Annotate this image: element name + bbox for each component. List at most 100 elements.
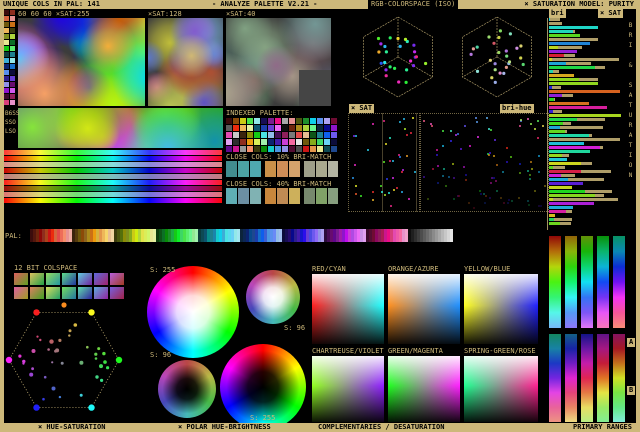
palette-cell — [282, 139, 288, 145]
palette-cell — [317, 118, 323, 124]
scatter-dot — [530, 123, 532, 125]
palette-cell — [296, 125, 302, 131]
sat-bar — [549, 42, 590, 45]
palette-cell — [10, 52, 15, 57]
scatter-dot — [490, 129, 492, 131]
palette-cell — [10, 40, 15, 45]
scatter-dot — [477, 136, 479, 138]
scatter-dot — [457, 133, 459, 135]
scatter-dot — [507, 202, 509, 204]
palette-gradient-strip — [4, 168, 222, 173]
close-color-swatch — [238, 161, 249, 177]
scatter-dot — [408, 198, 410, 200]
scatter-dot — [393, 189, 395, 191]
gradient-column — [613, 334, 625, 422]
palette-gradient-strip — [4, 150, 222, 155]
sat-bar — [549, 50, 577, 53]
pal-strip-slice — [450, 229, 453, 242]
sat-bar — [549, 122, 563, 125]
rgb-colorspace-iso-plot — [350, 10, 548, 104]
sat-scatter-plot — [348, 113, 420, 212]
palette-cell — [282, 132, 288, 138]
scatter-dot — [445, 185, 447, 187]
scatter-dot — [385, 143, 387, 145]
palette-gradient-strip — [4, 198, 222, 203]
sat-bar — [549, 210, 566, 213]
comp-label-orange-azure: ORANGE/AZURE — [388, 265, 439, 273]
top-bar: UNIQUE COLS IN PAL: 141 - ANALYZE PALETT… — [0, 0, 640, 9]
bottom-bar: × HUE-SATURATION × POLAR HUE-BRIGHTNESS … — [0, 423, 640, 432]
sat-bar — [549, 18, 550, 21]
scatter-dot — [360, 195, 362, 197]
scatter-dot — [495, 180, 497, 182]
bri-hue-chip[interactable]: bri-hue — [500, 104, 534, 113]
scatter-dot — [529, 178, 531, 180]
scatter-dot — [464, 125, 466, 127]
palette-cell — [303, 146, 309, 152]
palette-cell — [240, 139, 246, 145]
sat-bar — [549, 86, 552, 89]
sat-bar — [549, 182, 583, 185]
palette-cell — [4, 10, 9, 15]
palette-cell — [226, 132, 232, 138]
palette-cell — [303, 125, 309, 131]
palette-cell — [289, 125, 295, 131]
palette-cell — [4, 100, 9, 105]
range-chip-a[interactable]: A — [627, 338, 635, 347]
rgb-colorspace-title: RGB-COLORSPACE (ISO) — [368, 0, 458, 9]
scatter-dot — [367, 149, 369, 151]
palette-cell — [46, 273, 60, 285]
sat-scatter-chip[interactable]: × SAT — [349, 104, 374, 113]
app-title: - ANALYZE PALETTE V2.21 - — [212, 0, 317, 9]
palette-cell — [240, 125, 246, 131]
scatter-dot — [528, 204, 530, 206]
close-color-swatch — [250, 161, 261, 177]
palette-cell — [10, 70, 15, 75]
saturation-model-toggle[interactable]: × SATURATION MODEL: PURITY — [524, 0, 634, 9]
primary-range-columns-top — [549, 236, 625, 328]
close-color-swatch — [328, 188, 338, 204]
scatter-dot — [527, 200, 529, 202]
palette-cell — [62, 273, 76, 285]
palette-cell — [254, 118, 260, 124]
bri-axis-chip[interactable]: bri — [549, 9, 566, 18]
footer-hue-saturation[interactable]: × HUE-SATURATION — [38, 423, 105, 432]
sat-axis-chip[interactable]: × SAT — [598, 9, 623, 18]
sat-bar — [549, 38, 550, 41]
palette-cell — [14, 273, 28, 285]
scatter-dot — [473, 207, 475, 209]
scatter-dot — [431, 125, 433, 127]
footer-polar-hue-brightness[interactable]: × POLAR HUE-BRIGHTNESS — [178, 423, 271, 432]
close-color-swatch — [265, 188, 276, 204]
comp-square-yellow-blue — [464, 274, 538, 344]
palette-cell — [275, 146, 281, 152]
palette-cell — [4, 22, 9, 27]
disc-s96-bottom-label: S: 96 — [150, 351, 171, 359]
scatter-dot — [510, 156, 512, 158]
scatter-dot — [484, 202, 486, 204]
hue-cloud-strip — [18, 108, 223, 148]
sat-bar — [549, 202, 594, 205]
scatter-dot — [372, 199, 374, 201]
footer-primary-ranges: PRIMARY RANGES — [573, 423, 632, 432]
palette-cell — [10, 22, 15, 27]
gradient-column — [549, 236, 561, 328]
range-chip-b[interactable]: B — [627, 386, 635, 395]
scatter-dot — [372, 191, 374, 193]
close-color-swatch — [289, 161, 300, 177]
palette-cell — [310, 146, 316, 152]
scatter-dot — [404, 128, 406, 130]
hue-saturation-hexagon-plot — [4, 298, 138, 424]
palette-cell — [4, 28, 9, 33]
palette-gradient-strip — [4, 192, 222, 197]
scatter-dot — [534, 190, 536, 192]
scatter-dot — [488, 154, 490, 156]
disc-s96-top-label: S: 96 — [284, 324, 305, 332]
sat-bar — [549, 214, 555, 217]
sat-bar — [549, 142, 584, 145]
scatter-dot — [437, 165, 439, 167]
scatter-dot — [406, 134, 408, 136]
close-color-swatch — [226, 188, 237, 204]
palette-cell — [4, 64, 9, 69]
scatter-dot — [538, 171, 540, 173]
